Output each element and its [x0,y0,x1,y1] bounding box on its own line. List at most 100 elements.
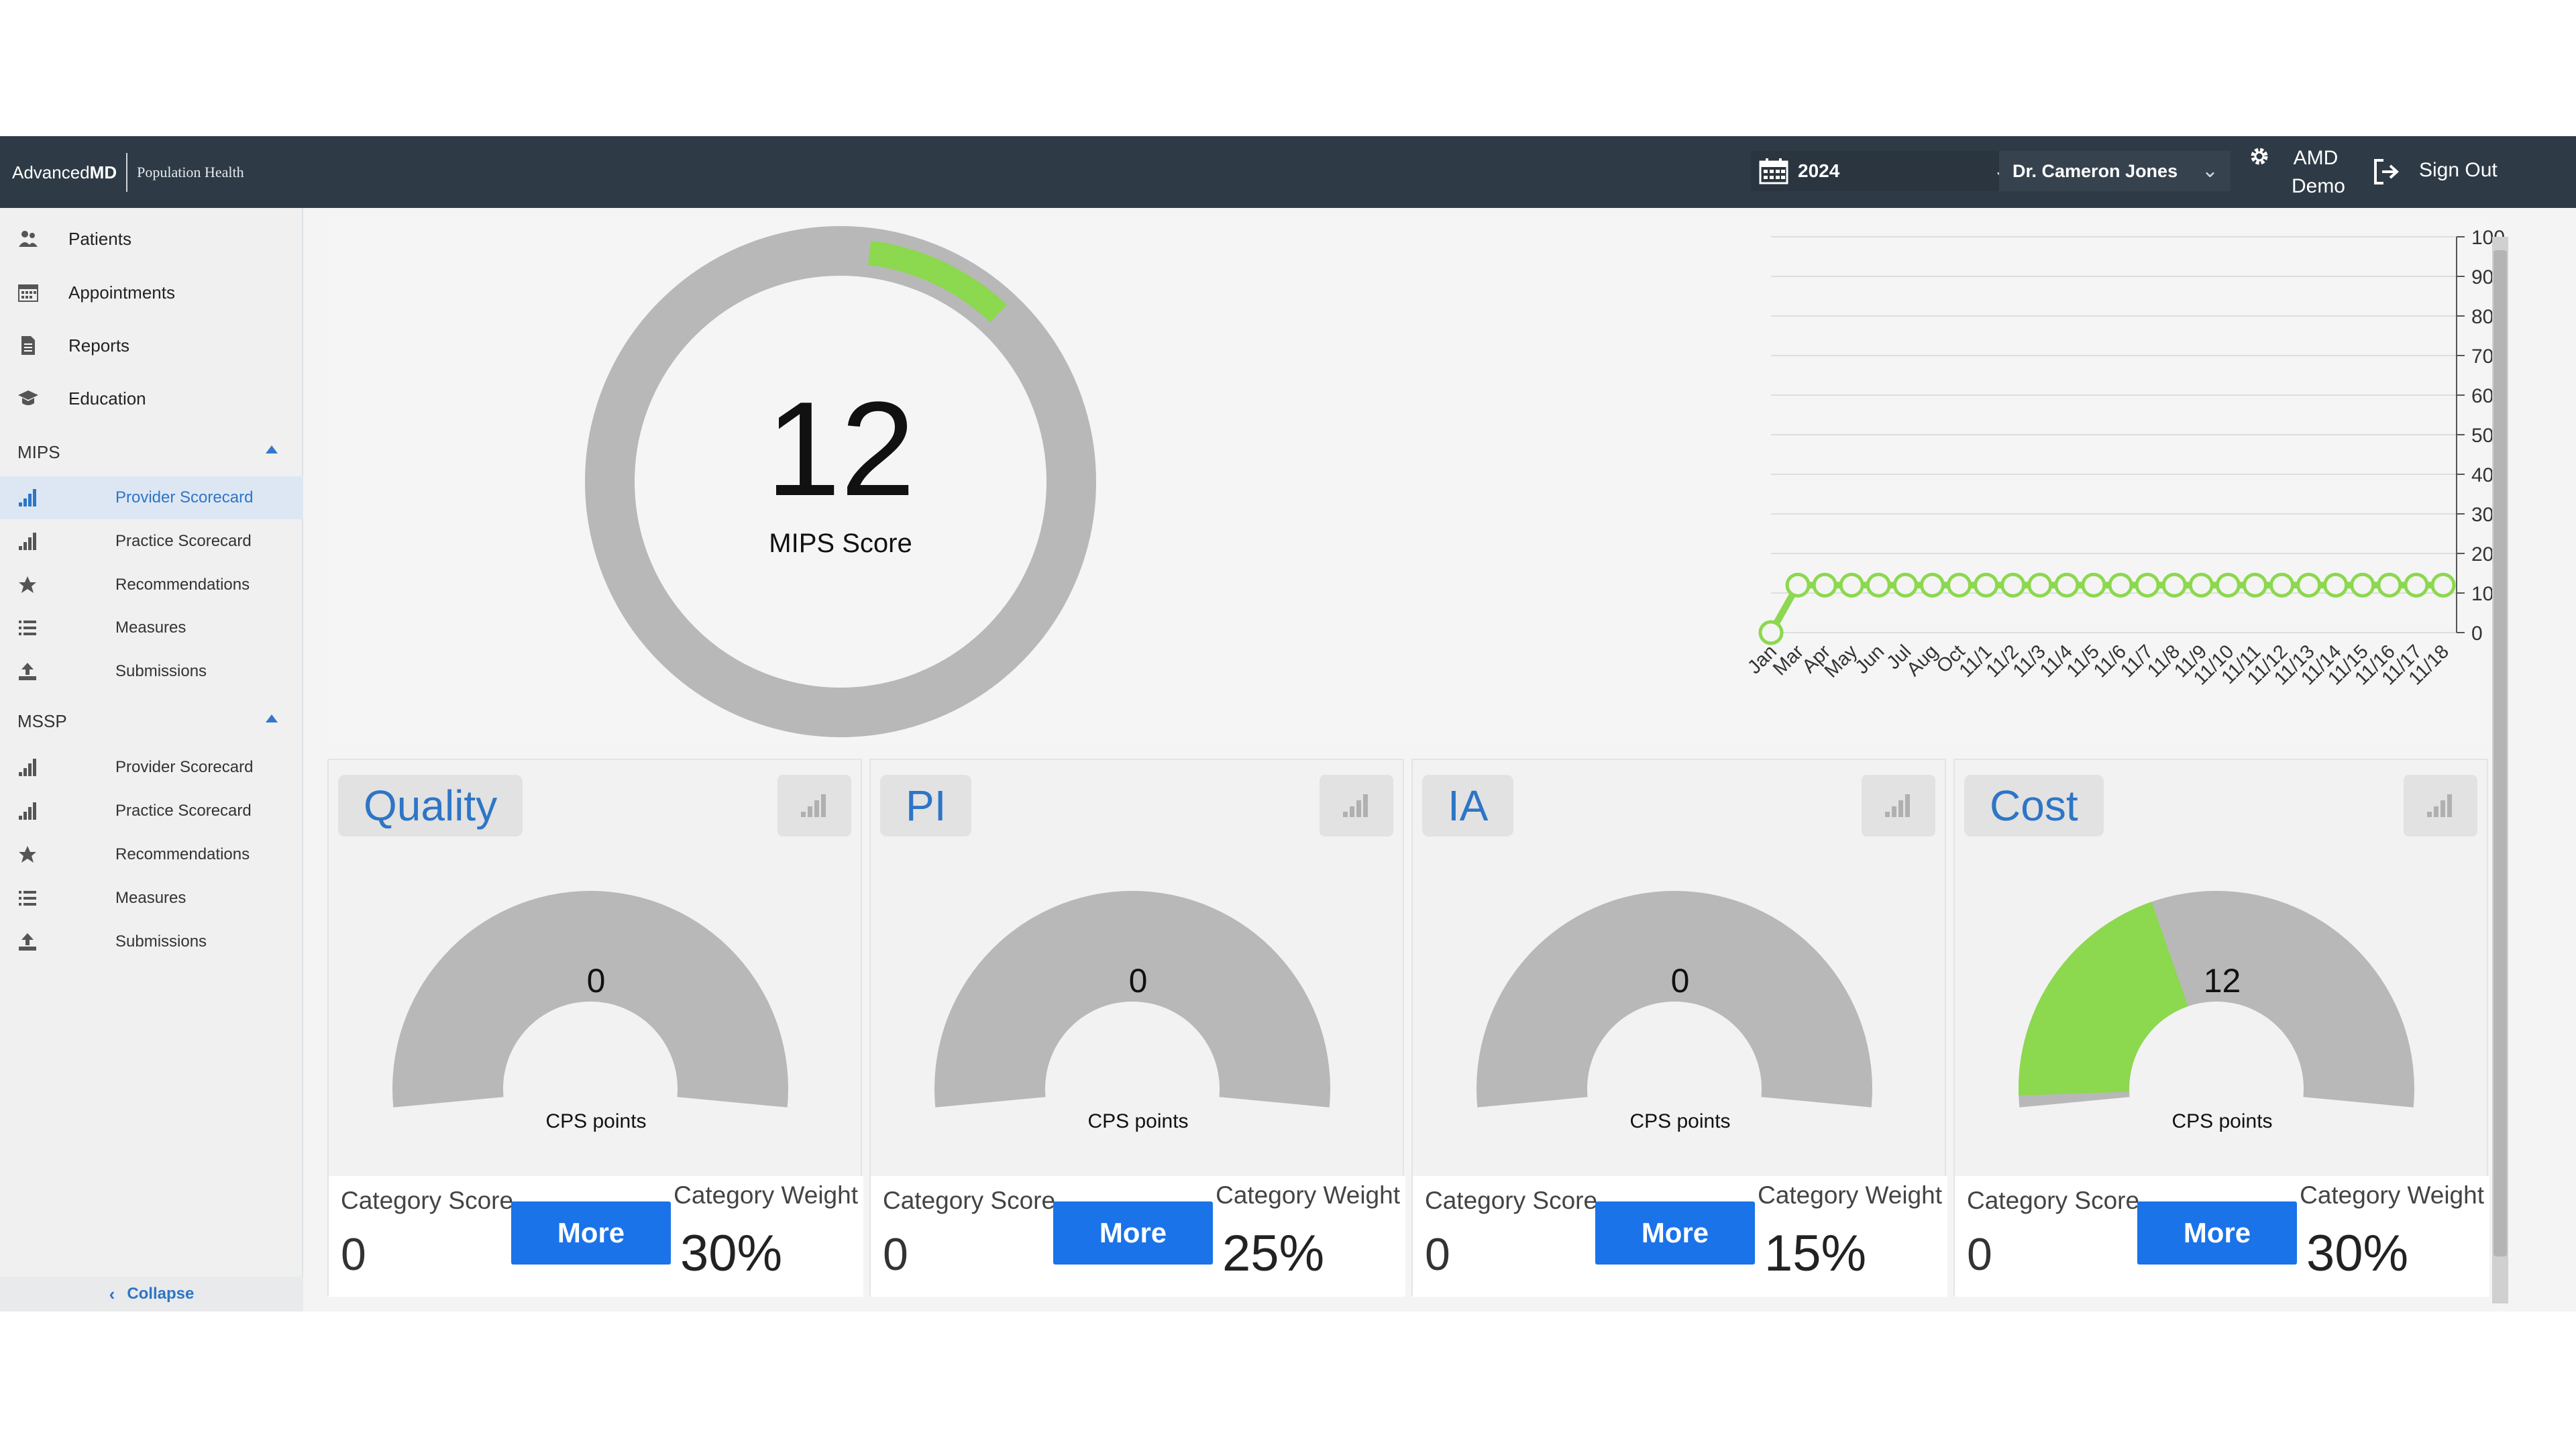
y-tick-label: 70 [2471,345,2493,368]
chart-toggle-button[interactable] [2404,775,2477,837]
sidebar-item-education[interactable]: Education [0,378,303,419]
category-title: IA [1422,775,1514,837]
brand-subtitle: Population Health [137,164,244,180]
data-point [2242,572,2267,598]
sidebar-item-mips-measures[interactable]: Measures [0,606,303,649]
data-point [2269,572,2295,598]
sidebar-item-label: Recommendations [115,576,250,594]
sign-out-link[interactable]: Sign Out [2419,159,2498,182]
data-point [2215,572,2241,598]
category-score-label: Category Score [1967,1187,2140,1214]
mips-score-value: 12 [766,374,915,524]
more-button[interactable]: More [511,1201,671,1265]
more-button[interactable]: More [2137,1201,2297,1265]
category-title: PI [880,775,972,837]
data-point [2296,572,2322,598]
score-panel: 12 MIPS Score 0 10 20 30 40 50 60 70 80 90 100 Jan M… [327,217,2505,750]
data-point [2135,572,2160,598]
star-icon [19,846,36,863]
section-label: MSSP [17,710,67,731]
chart-toggle-button[interactable] [1862,775,1935,837]
data-point [2377,572,2402,598]
category-score-value: 0 [341,1229,366,1280]
gear-icon[interactable] [2247,144,2271,168]
data-point [2430,572,2456,598]
category-footer: Category Score 0 More Category Weight 30… [329,1176,863,1297]
y-tick-label: 80 [2471,306,2493,328]
more-button[interactable]: More [1595,1201,1755,1265]
category-score-value: 0 [1967,1229,1992,1280]
sidebar-section-mssp[interactable]: MSSP [0,701,303,741]
collapse-label: Collapse [127,1285,195,1303]
category-score-label: Category Score [1425,1187,1598,1214]
data-point [2404,572,2429,598]
sidebar-item-mips-practice-scorecard[interactable]: Practice Scorecard [0,520,303,563]
provider-select[interactable]: Dr. Cameron Jones ⌄ [1999,151,2231,191]
sidebar-item-mips-recommendations[interactable]: Recommendations [0,564,303,606]
category-footer: Category Score 0 More Category Weight 30… [1955,1176,2489,1297]
graduation-cap-icon [18,390,38,405]
category-weight-label: Category Weight [674,1181,858,1209]
upload-icon [19,933,36,951]
sidebar-item-label: Education [68,388,146,409]
y-tick-label: 50 [2471,425,2493,447]
calendar-icon [1759,158,1788,184]
category-points: 0 [1670,962,1690,1000]
mips-score-ring: 12 MIPS Score [585,226,1096,737]
sidebar-item-mssp-recommendations[interactable]: Recommendations [0,833,303,876]
category-weight-label: Category Weight [1216,1181,1400,1209]
data-point [2054,572,2080,598]
more-button[interactable]: More [1053,1201,1213,1265]
sidebar-item-mssp-practice-scorecard[interactable]: Practice Scorecard [0,790,303,833]
data-point [2188,572,2214,598]
data-point [1919,572,1945,598]
data-point [1812,572,1837,598]
sidebar-item-mips-provider-scorecard[interactable]: Provider Scorecard [0,476,303,519]
bar-chart-icon [19,489,36,506]
data-point [1892,572,1918,598]
category-points: 12 [2203,962,2241,1000]
sidebar-item-mips-submissions[interactable]: Submissions [0,650,303,693]
sidebar-item-reports[interactable]: Reports [0,325,303,366]
user-name[interactable]: AMD Demo [2286,144,2345,201]
sidebar-section-mips[interactable]: MIPS [0,432,303,472]
sidebar-item-patients[interactable]: Patients [0,219,303,259]
year-select[interactable]: 2024 ⌄ [1751,151,2019,191]
category-card-quality: Quality 0 CPS points Category Score 0 Mo… [327,759,863,1297]
list-icon [19,891,36,906]
collapse-button[interactable]: ‹ Collapse [0,1277,303,1311]
sidebar-item-mssp-submissions[interactable]: Submissions [0,920,303,963]
sidebar-item-label: Submissions [115,662,207,680]
bar-chart-icon [19,533,36,550]
data-point [2081,572,2106,598]
sidebar-item-appointments[interactable]: Appointments [0,272,303,313]
data-point [2108,572,2133,598]
sidebar-item-label: Measures [115,619,186,637]
chart-toggle-button[interactable] [1320,775,1393,837]
sidebar-item-mssp-measures[interactable]: Measures [0,877,303,920]
logo-divider [126,153,128,192]
category-weight-value: 15% [1764,1225,1867,1282]
category-title: Cost [1964,775,2104,837]
year-value: 2024 [1798,160,1840,181]
y-tick-label: 60 [2471,385,2493,407]
chevron-left-icon: ‹ [109,1283,115,1304]
sidebar-item-label: Recommendations [115,845,250,863]
chart-toggle-button[interactable] [777,775,851,837]
bar-chart-icon [19,802,36,820]
brand-bold-text: MD [89,162,117,182]
sidebar-item-label: Provider Scorecard [115,488,254,506]
cps-points-label: CPS points [545,1110,647,1132]
sidebar-item-label: Practice Scorecard [115,532,252,550]
category-weight-label: Category Weight [2300,1181,2484,1209]
user-name-line1: AMD [2293,147,2339,169]
category-score-value: 0 [883,1229,908,1280]
category-score-value: 0 [1425,1229,1450,1280]
y-tick-label: 20 [2471,543,2493,566]
sign-out-icon[interactable] [2371,156,2402,187]
sidebar-item-mssp-provider-scorecard[interactable]: Provider Scorecard [0,746,303,789]
patients-icon [19,231,38,247]
list-icon [19,621,36,635]
scrollbar-thumb[interactable] [2493,250,2507,1256]
data-point [1974,572,1999,598]
